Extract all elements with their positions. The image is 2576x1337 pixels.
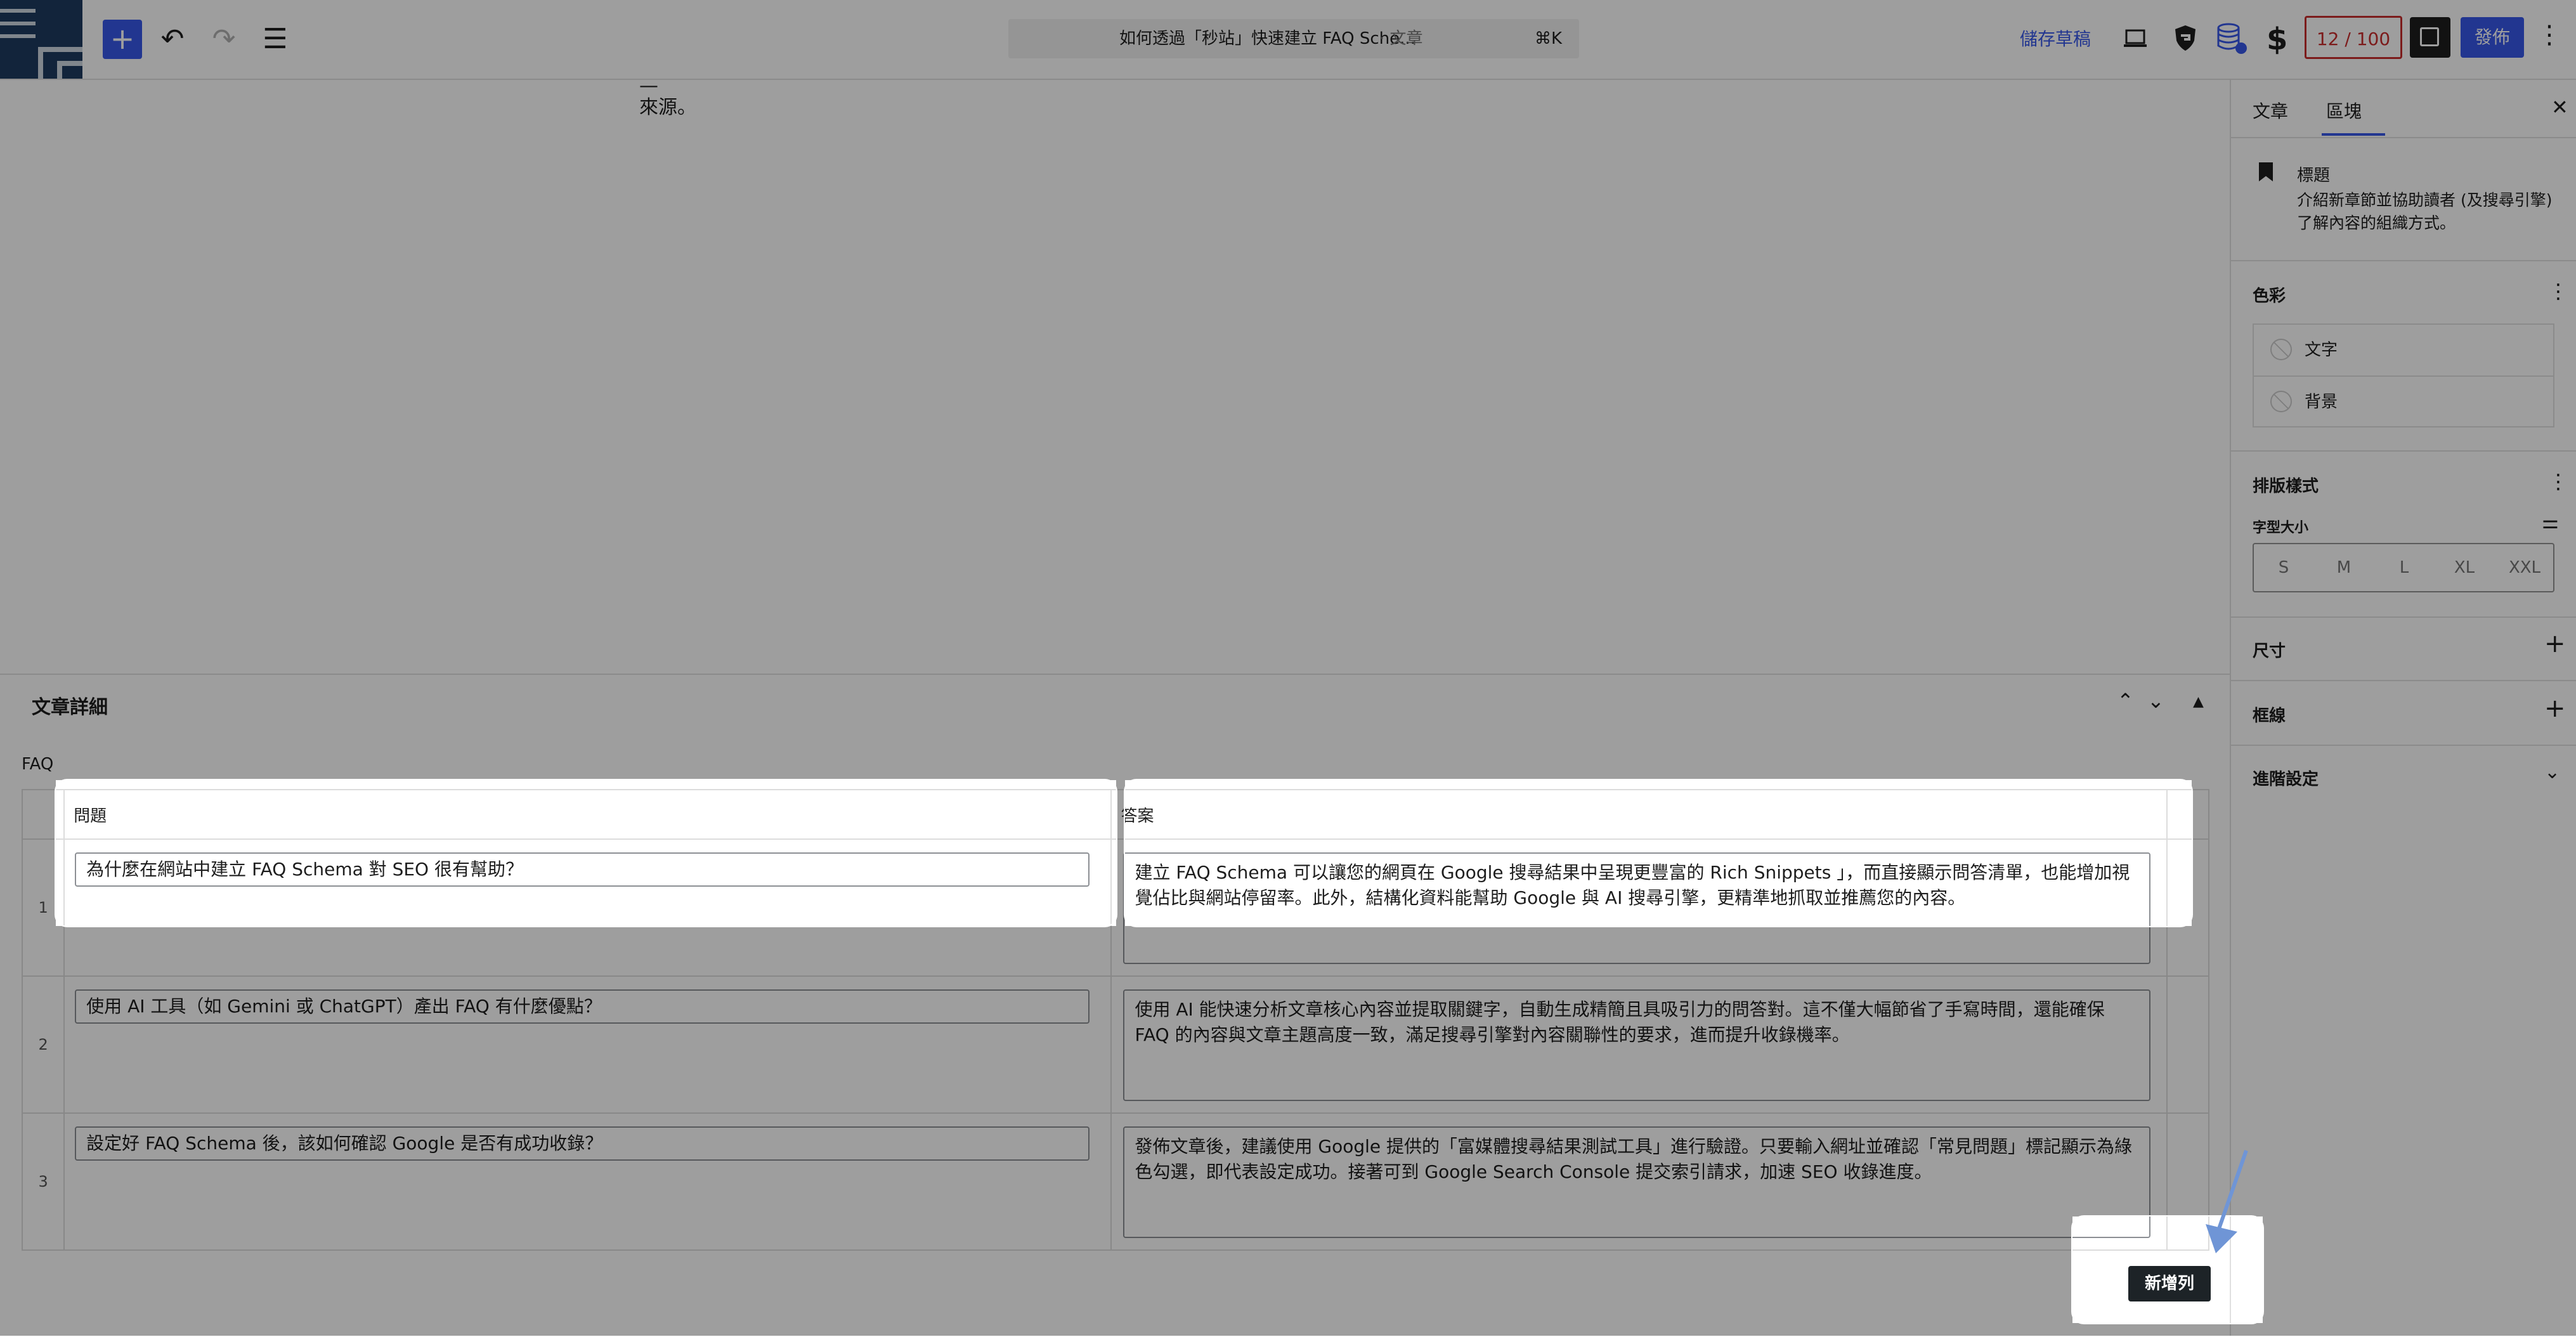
overlay-dim [2072, 1323, 2263, 1336]
overlay-dim [0, 0, 2576, 780]
add-row-button[interactable]: 新增列 [2128, 1266, 2211, 1301]
overlay-dim [0, 780, 56, 926]
question-column-header: 問題 [63, 789, 1112, 840]
overlay-dim [0, 926, 2576, 1216]
question-input[interactable]: 為什麼在網站中建立 FAQ Schema 對 SEO 很有幫助？ [75, 852, 1090, 887]
overlay-dim [2192, 780, 2576, 926]
pointer-arrow-icon [2206, 1150, 2248, 1253]
overlay-dim [1116, 780, 1125, 926]
answer-column-header: 答案 [1110, 789, 2168, 840]
overlay-dim [2263, 1216, 2576, 1336]
overlay-dim [0, 1216, 2072, 1336]
